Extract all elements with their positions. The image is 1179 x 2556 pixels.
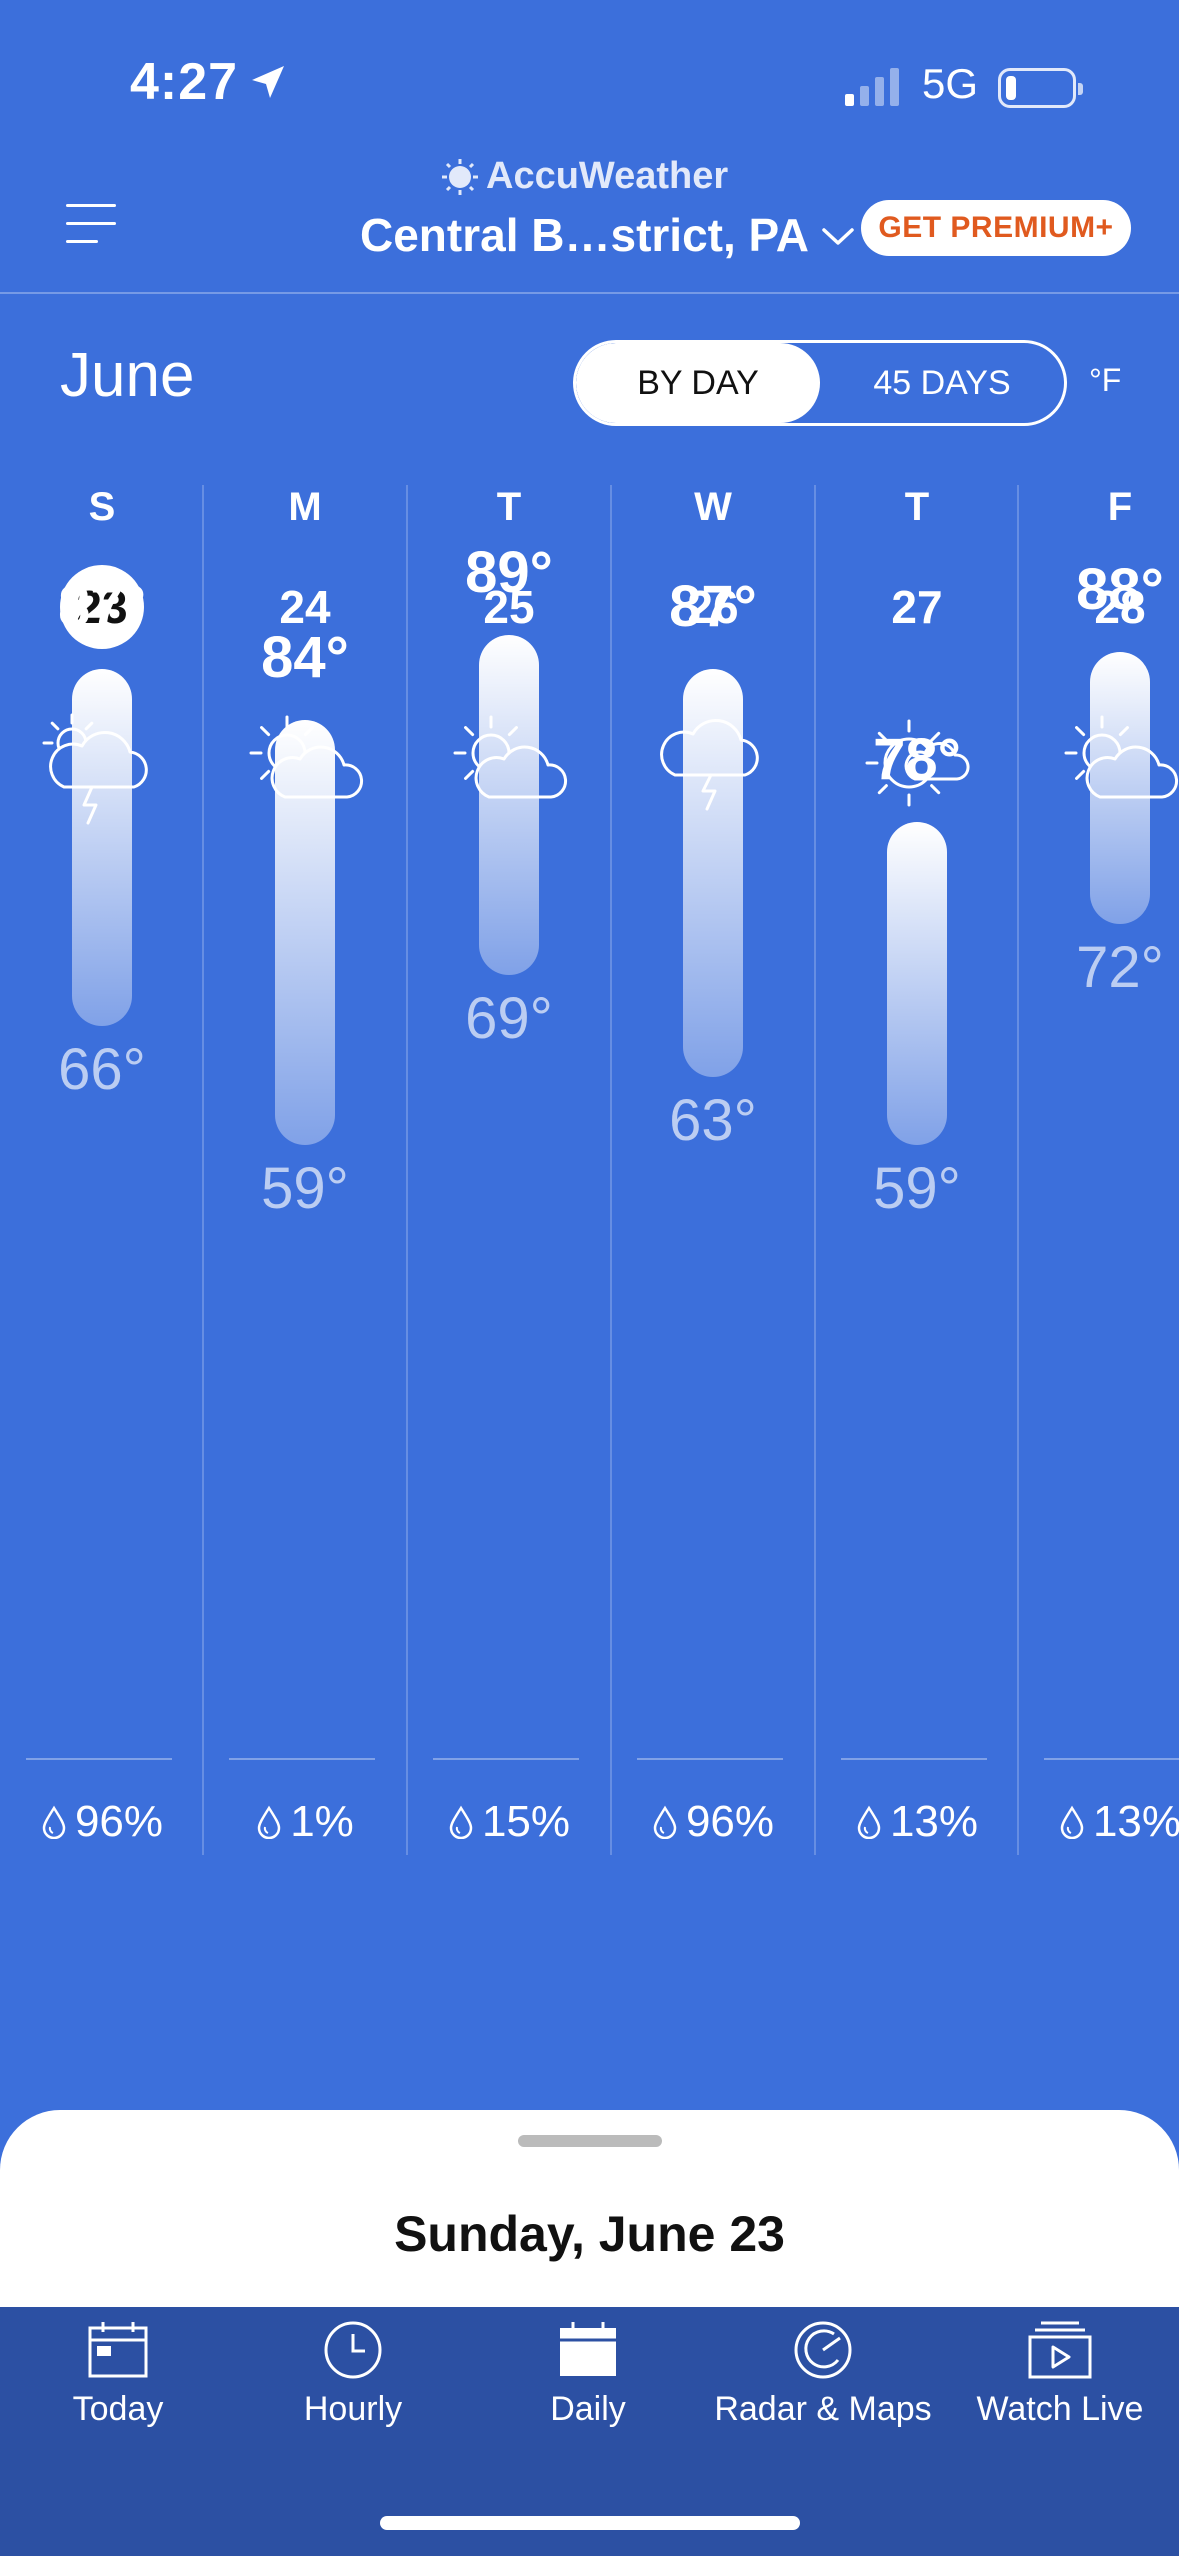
high-temp: 89° bbox=[465, 540, 553, 605]
precip-value: 1% bbox=[290, 1797, 354, 1846]
day-of-week: T bbox=[496, 485, 522, 529]
day-of-week: M bbox=[288, 485, 322, 529]
low-temp: 66° bbox=[58, 1037, 146, 1102]
low-temp: 72° bbox=[1076, 935, 1164, 1000]
header-divider bbox=[0, 292, 1179, 294]
precip-value: 96% bbox=[685, 1797, 775, 1846]
tab-radar-maps[interactable]: Radar & Maps bbox=[713, 2320, 933, 2429]
day-of-week: F bbox=[1107, 485, 1133, 529]
precip-value: 15% bbox=[481, 1797, 571, 1846]
tab-label: Daily bbox=[550, 2390, 626, 2428]
column-separator bbox=[610, 485, 612, 1855]
day-of-week: T bbox=[904, 485, 930, 529]
temp-range-bar bbox=[1090, 652, 1150, 924]
chevron-down-icon bbox=[822, 228, 854, 245]
get-premium-button[interactable]: GET PREMIUM+ bbox=[861, 200, 1131, 256]
precip-chance: 13% bbox=[815, 1797, 1019, 1847]
raindrop-icon bbox=[42, 1805, 66, 1839]
network-type: 5G bbox=[922, 60, 979, 107]
high-temp: 78° bbox=[873, 727, 961, 792]
status-time: 4:27 bbox=[130, 53, 239, 111]
column-rule bbox=[1044, 1758, 1179, 1760]
view-toggle[interactable]: BY DAY 45 DAYS bbox=[573, 340, 1067, 426]
sheet-handle[interactable] bbox=[518, 2135, 662, 2147]
high-temp: 88° bbox=[1076, 557, 1164, 622]
battery-icon bbox=[998, 68, 1083, 108]
column-rule bbox=[229, 1758, 375, 1760]
tab-label: Watch Live bbox=[976, 2390, 1144, 2428]
column-rule bbox=[26, 1758, 172, 1760]
precip-chance: 96% bbox=[0, 1797, 204, 1847]
temp-range-bar bbox=[72, 669, 132, 1026]
location-name: Central B…strict, PA bbox=[360, 209, 810, 261]
day-of-week: W bbox=[694, 485, 732, 529]
toggle-by-day[interactable]: BY DAY bbox=[576, 343, 820, 423]
menu-icon[interactable] bbox=[66, 204, 118, 244]
tab-label: Radar & Maps bbox=[714, 2390, 932, 2428]
month-label: June bbox=[60, 341, 195, 410]
home-indicator bbox=[380, 2516, 800, 2530]
column-separator bbox=[814, 485, 816, 1855]
precip-chance: 1% bbox=[203, 1797, 407, 1847]
temp-range-bar bbox=[887, 822, 947, 1145]
high-temp: 87° bbox=[669, 574, 757, 639]
temp-range-bar bbox=[683, 669, 743, 1077]
day-column[interactable]: W 26 87° 63° 96% bbox=[611, 485, 815, 1855]
day-column[interactable]: F 28 88° 72° 13% bbox=[1018, 485, 1179, 1855]
tv-play-icon bbox=[1028, 2321, 1092, 2379]
column-rule bbox=[433, 1758, 579, 1760]
signal-icon bbox=[845, 68, 899, 106]
brand-logo: AccuWeather bbox=[440, 155, 728, 198]
precip-value: 13% bbox=[1092, 1797, 1179, 1846]
precip-value: 13% bbox=[889, 1797, 979, 1846]
clock-icon bbox=[324, 2321, 382, 2379]
low-temp: 59° bbox=[261, 1156, 349, 1221]
raindrop-icon bbox=[857, 1805, 881, 1839]
tab-hourly[interactable]: Hourly bbox=[243, 2320, 463, 2429]
day-column[interactable]: T 25 89° 69° 15% bbox=[407, 485, 611, 1855]
tab-daily[interactable]: Daily bbox=[478, 2320, 698, 2429]
column-separator bbox=[1017, 485, 1019, 1855]
column-separator bbox=[406, 485, 408, 1855]
calendar-filled-icon bbox=[560, 2322, 616, 2376]
column-separator bbox=[202, 485, 204, 1855]
tab-watch-live[interactable]: Watch Live bbox=[950, 2320, 1170, 2429]
temp-range-bar bbox=[275, 720, 335, 1145]
day-column[interactable]: M 24 84° 59° 1% bbox=[203, 485, 407, 1855]
precip-chance: 13% bbox=[1018, 1797, 1179, 1847]
tab-label: Hourly bbox=[303, 2390, 403, 2428]
high-temp: 84° bbox=[261, 625, 349, 690]
high-temp: 87° bbox=[58, 574, 146, 639]
sheet-title: Sunday, June 23 bbox=[394, 2206, 785, 2262]
day-column[interactable]: T 27 78° 59° 13% bbox=[815, 485, 1019, 1855]
precip-value: 96% bbox=[74, 1797, 164, 1846]
radar-icon bbox=[794, 2321, 852, 2379]
low-temp: 59° bbox=[873, 1156, 961, 1221]
column-rule bbox=[637, 1758, 783, 1760]
low-temp: 63° bbox=[669, 1088, 757, 1153]
day-column[interactable]: S 23 87° 66° 96% bbox=[0, 485, 204, 1855]
column-rule bbox=[841, 1758, 987, 1760]
raindrop-icon bbox=[653, 1805, 677, 1839]
precip-chance: 15% bbox=[407, 1797, 611, 1847]
low-temp: 69° bbox=[465, 986, 553, 1051]
location-selector[interactable]: Central B…strict, PA bbox=[360, 208, 855, 262]
raindrop-icon bbox=[449, 1805, 473, 1839]
day-number: 27 bbox=[891, 581, 943, 633]
precip-chance: 96% bbox=[611, 1797, 815, 1847]
tab-today[interactable]: Today bbox=[8, 2320, 228, 2429]
location-arrow-icon bbox=[252, 66, 284, 98]
day-of-week: S bbox=[88, 485, 116, 529]
temp-range-bar bbox=[479, 635, 539, 975]
calendar-icon bbox=[88, 2322, 148, 2378]
raindrop-icon bbox=[1060, 1805, 1084, 1839]
raindrop-icon bbox=[257, 1805, 281, 1839]
unit-toggle[interactable]: °F bbox=[1089, 362, 1121, 399]
sun-logo-icon bbox=[442, 158, 478, 195]
tab-label: Today bbox=[72, 2390, 164, 2428]
toggle-45-days[interactable]: 45 DAYS bbox=[820, 343, 1064, 423]
brand-name: AccuWeather bbox=[486, 155, 729, 197]
